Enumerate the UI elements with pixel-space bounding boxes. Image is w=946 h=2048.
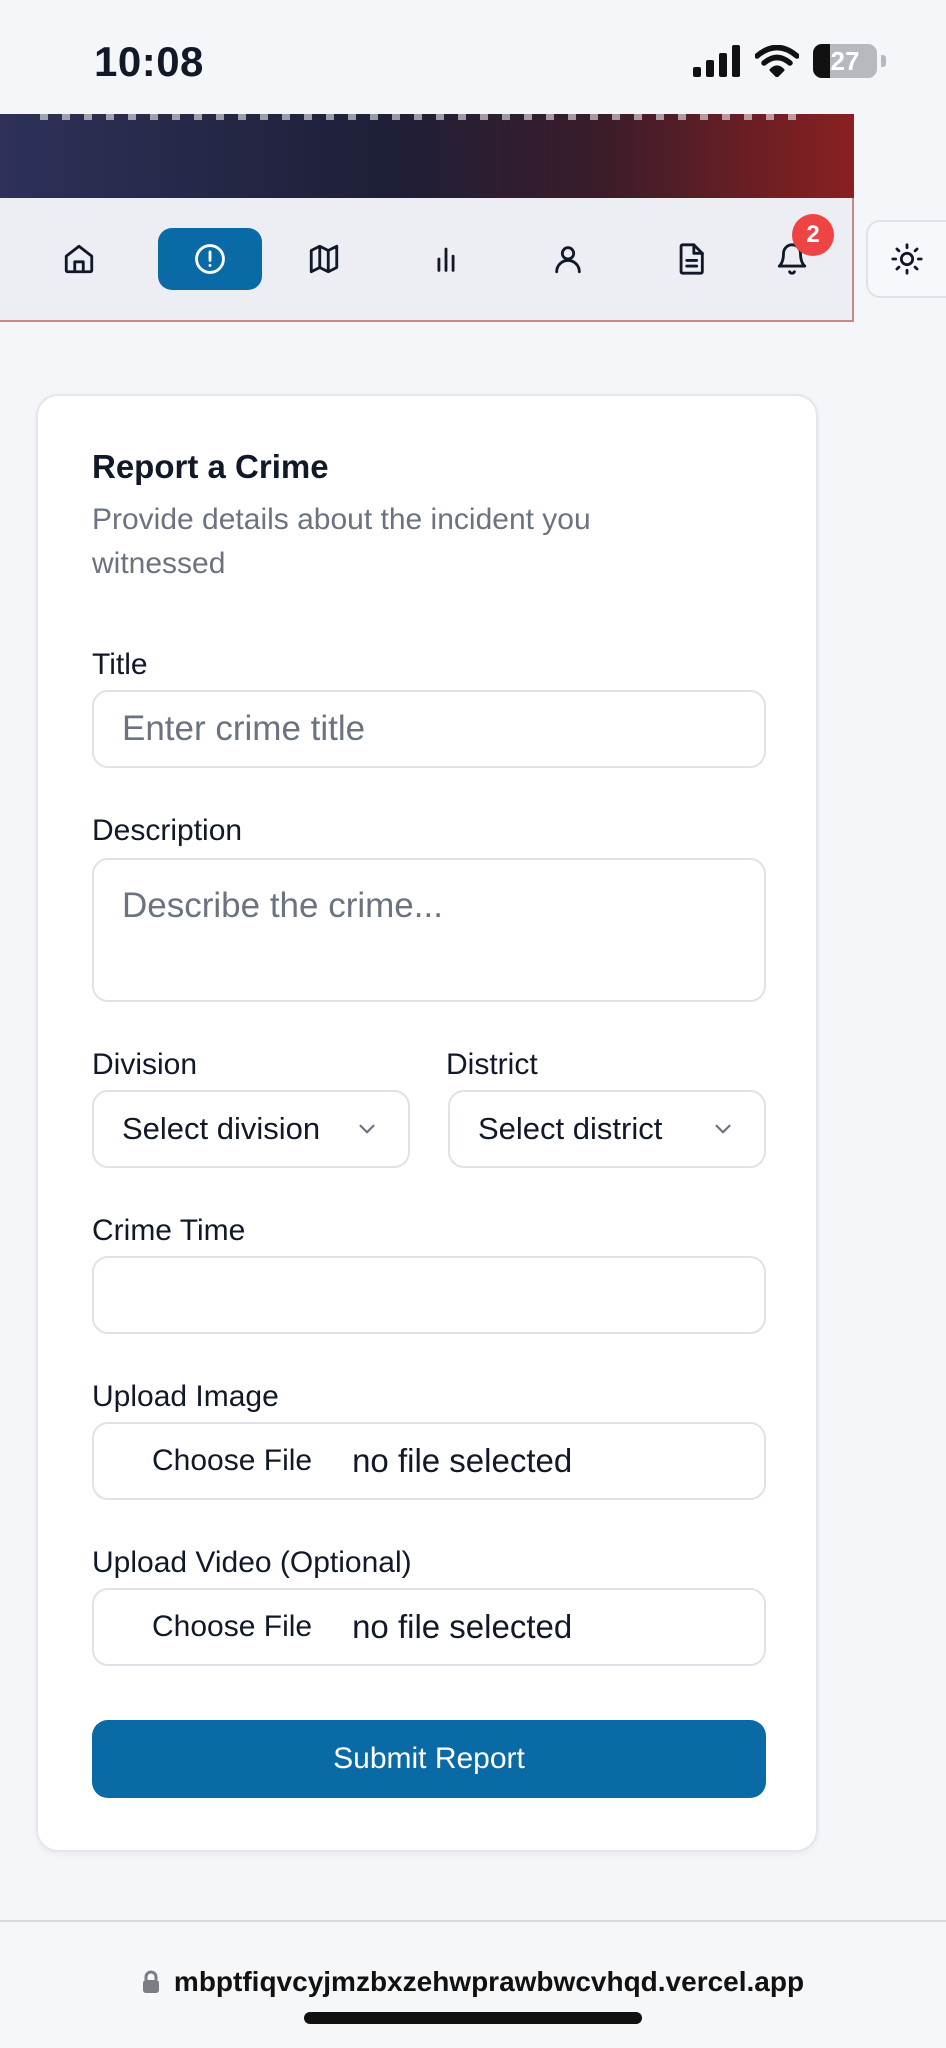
nav-documents[interactable] bbox=[639, 228, 743, 290]
file-text-icon bbox=[679, 243, 704, 275]
video-file-status: no file selected bbox=[352, 1608, 573, 1645]
page-subtitle: Provide details about the incident you w… bbox=[92, 503, 591, 580]
header-banner bbox=[0, 114, 854, 198]
battery-level: 27 bbox=[830, 45, 860, 76]
status-time: 10:08 bbox=[94, 38, 204, 85]
wifi-icon bbox=[755, 45, 799, 77]
lock-icon bbox=[142, 1970, 159, 1993]
district-select[interactable]: Select district bbox=[448, 1090, 766, 1168]
map-icon bbox=[309, 244, 339, 274]
alert-circle-icon bbox=[195, 244, 225, 274]
crime-time-label: Crime Time bbox=[92, 1214, 246, 1247]
district-select-value: Select district bbox=[478, 1111, 663, 1146]
upload-video-label: Upload Video (Optional) bbox=[92, 1546, 412, 1579]
sun-icon bbox=[891, 243, 923, 275]
nav-notifications[interactable]: 2 bbox=[740, 214, 844, 290]
nav-home[interactable] bbox=[27, 228, 131, 290]
home-icon bbox=[64, 244, 94, 274]
district-label: District bbox=[446, 1048, 538, 1081]
theme-toggle-button[interactable] bbox=[866, 220, 946, 298]
status-icons: 27 bbox=[693, 44, 886, 78]
bar-chart-icon bbox=[437, 247, 455, 272]
status-bar: 10:08 27 bbox=[0, 0, 946, 114]
report-crime-card: Report a Crime Provide details about the… bbox=[36, 394, 818, 1852]
notification-badge: 2 bbox=[792, 214, 834, 256]
crime-time-input[interactable] bbox=[92, 1256, 766, 1334]
chevron-down-icon bbox=[359, 1124, 375, 1134]
battery-nub bbox=[881, 55, 886, 67]
url-row: mbptfiqvcyjmzbxzehwprawbwcvhqd.vercel.ap… bbox=[0, 1966, 946, 1998]
upload-image-input[interactable]: Choose File no file selected bbox=[92, 1422, 766, 1500]
main-nav: 2 bbox=[0, 198, 854, 322]
division-select-value: Select division bbox=[122, 1111, 321, 1146]
upload-image-label: Upload Image bbox=[92, 1380, 279, 1413]
division-label: Division bbox=[92, 1048, 198, 1081]
description-textarea[interactable]: Describe the crime... bbox=[92, 858, 766, 1002]
chevron-down-icon bbox=[715, 1124, 731, 1134]
url-text: mbptfiqvcyjmzbxzehwprawbwcvhqd.vercel.ap… bbox=[173, 1966, 805, 1997]
signal-icon bbox=[693, 45, 740, 77]
banner-text-fragment bbox=[40, 114, 800, 120]
nav-stats[interactable] bbox=[394, 228, 498, 290]
title-label: Title bbox=[92, 648, 148, 681]
submit-report-button[interactable]: Submit Report bbox=[92, 1720, 766, 1798]
nav-report[interactable] bbox=[158, 228, 262, 290]
description-label: Description bbox=[92, 814, 243, 847]
choose-image-button[interactable]: Choose File bbox=[152, 1444, 312, 1478]
upload-video-input[interactable]: Choose File no file selected bbox=[92, 1588, 766, 1666]
nav-profile[interactable] bbox=[516, 228, 620, 290]
page-title: Report a Crime bbox=[92, 448, 329, 485]
browser-url-bar[interactable]: mbptfiqvcyjmzbxzehwprawbwcvhqd.vercel.ap… bbox=[0, 1920, 946, 2048]
home-indicator bbox=[304, 2012, 642, 2024]
division-select[interactable]: Select division bbox=[92, 1090, 410, 1168]
choose-video-button[interactable]: Choose File bbox=[152, 1610, 312, 1644]
user-icon bbox=[555, 246, 581, 274]
title-input[interactable]: Enter crime title bbox=[92, 690, 766, 768]
nav-map[interactable] bbox=[272, 228, 376, 290]
battery-icon: 27 bbox=[813, 44, 877, 78]
image-file-status: no file selected bbox=[352, 1442, 573, 1479]
